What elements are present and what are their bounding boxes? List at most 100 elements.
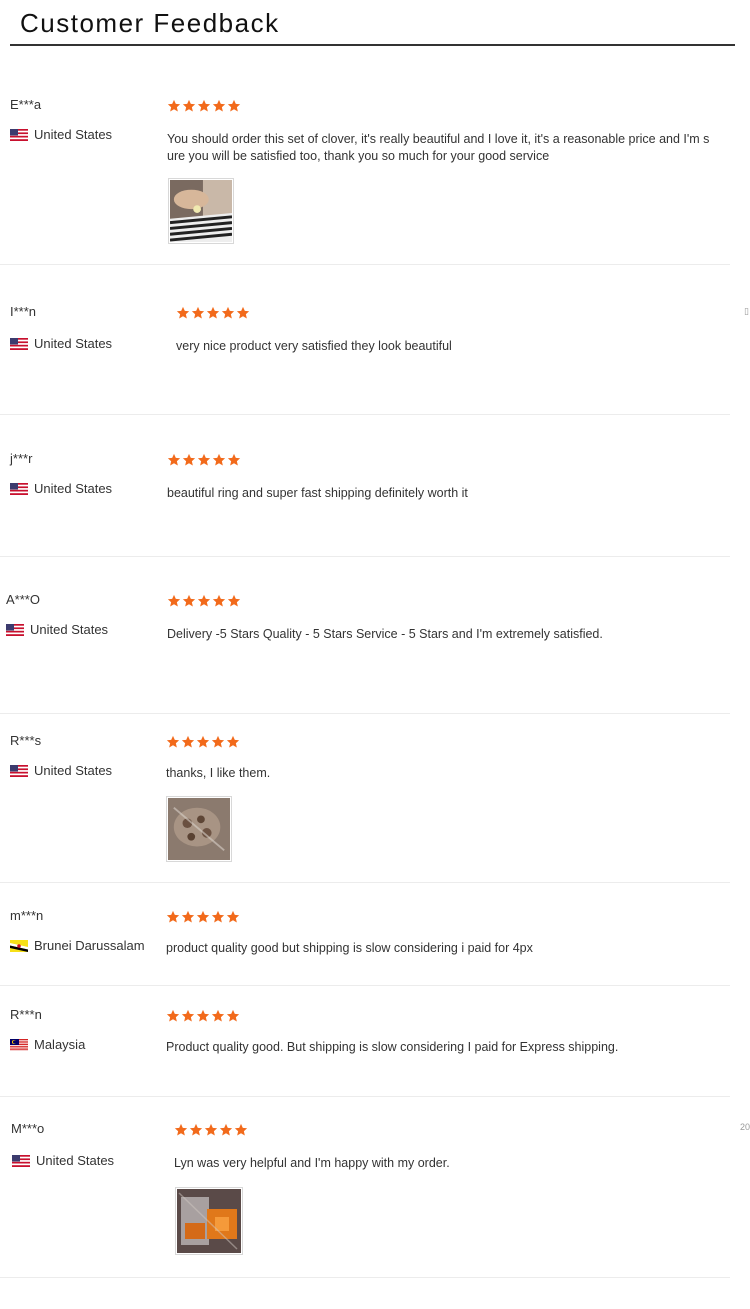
review-comment: You should order this set of clover, it'… [167,132,710,163]
review-item: I***n United States very nice product ve… [0,304,730,415]
edge-mark: ▯ [744,306,749,316]
star-icon [167,99,181,113]
star-icon [196,1009,210,1023]
star-icon [211,1009,225,1023]
star-icon [167,594,181,608]
star-icon [236,306,250,320]
star-icon [212,594,226,608]
us-flag-icon [10,482,28,495]
star-icon [182,594,196,608]
review-comment: Lyn was very helpful and I'm happy with … [174,1156,450,1170]
star-icon [166,735,180,749]
reviewer-country: United States [10,127,112,142]
star-icon [212,453,226,467]
star-icon [181,1009,195,1023]
review-comment: very nice product very satisfied they lo… [176,339,452,353]
country-name: United States [36,1153,115,1168]
star-icon [181,910,195,924]
star-rating [166,735,240,749]
star-icon [211,735,225,749]
star-icon [197,99,211,113]
malaysia-flag-icon [10,1038,28,1051]
edge-mark: 20 [740,1122,750,1132]
star-rating [166,1009,240,1023]
reviewer-name: R***n [10,1007,42,1022]
star-rating [166,910,240,924]
page-title: Customer Feedback [20,8,280,38]
country-name: United States [30,622,109,637]
reviewer-name: A***O [6,592,40,607]
star-icon [182,453,196,467]
us-flag-icon [12,1154,30,1167]
star-rating [174,1123,248,1137]
country-name: United States [34,127,113,142]
star-icon [226,1009,240,1023]
star-icon [234,1123,248,1137]
reviewer-country: Malaysia [10,1037,85,1052]
star-icon [204,1123,218,1137]
star-icon [166,1009,180,1023]
country-name: United States [34,336,113,351]
us-flag-icon [6,623,24,636]
review-comment: beautiful ring and super fast shipping d… [167,486,468,500]
star-rating [176,306,250,320]
star-icon [221,306,235,320]
star-icon [191,306,205,320]
star-icon [189,1123,203,1137]
zebra-jewelry-photo[interactable] [168,178,234,244]
reviewer-name: E***a [10,97,42,112]
review-comment: product quality good but shipping is slo… [166,941,533,955]
star-icon [227,594,241,608]
reviewer-country: Brunei Darussalam [10,938,145,953]
star-rating [167,99,241,113]
review-item: R***s United States thanks, I like them. [0,733,730,883]
reviewer-country: United States [12,1153,114,1168]
us-flag-icon [10,764,28,777]
star-icon [227,453,241,467]
star-icon [196,735,210,749]
star-icon [167,453,181,467]
package-photo[interactable] [166,796,232,862]
review-item: j***r United States beautiful ring and s… [0,451,730,557]
reviewer-name: I***n [10,304,37,319]
star-icon [226,735,240,749]
star-icon [196,910,210,924]
reviewer-name: R***s [10,733,42,748]
star-icon [211,910,225,924]
review-item: A***O United States Delivery -5 Stars Qu… [0,592,730,714]
review-item: E***a United States You should order thi… [0,97,730,265]
reviewer-country: United States [10,336,112,351]
us-flag-icon [10,337,28,350]
reviewer-name: m***n [10,908,44,923]
orange-package-photo[interactable] [175,1187,243,1255]
star-rating [167,594,241,608]
brunei-flag-icon [10,939,28,952]
star-rating [167,453,241,467]
title-divider [10,44,735,46]
star-icon [166,910,180,924]
review-comment: Product quality good. But shipping is sl… [166,1040,619,1054]
country-name: Brunei Darussalam [34,938,145,953]
review-comment: Delivery -5 Stars Quality - 5 Stars Serv… [167,627,603,641]
review-item: M***o United States Lyn was very helpful… [0,1121,730,1278]
review-comment: thanks, I like them. [166,766,271,780]
star-icon [182,99,196,113]
review-item: R***n Malaysia Product quality good. But… [0,1007,730,1097]
us-flag-icon [10,128,28,141]
star-icon [219,1123,233,1137]
country-name: United States [34,763,113,778]
star-icon [212,99,226,113]
reviewer-country: United States [6,622,108,637]
star-icon [206,306,220,320]
star-icon [227,99,241,113]
star-icon [197,453,211,467]
country-name: Malaysia [34,1037,86,1052]
review-item: m***n Brunei Darussalam product quality … [0,908,730,986]
reviewer-name: j***r [10,451,33,466]
star-icon [226,910,240,924]
star-icon [197,594,211,608]
star-icon [181,735,195,749]
reviewer-name: M***o [11,1121,45,1136]
country-name: United States [34,481,113,496]
reviewer-country: United States [10,481,112,496]
